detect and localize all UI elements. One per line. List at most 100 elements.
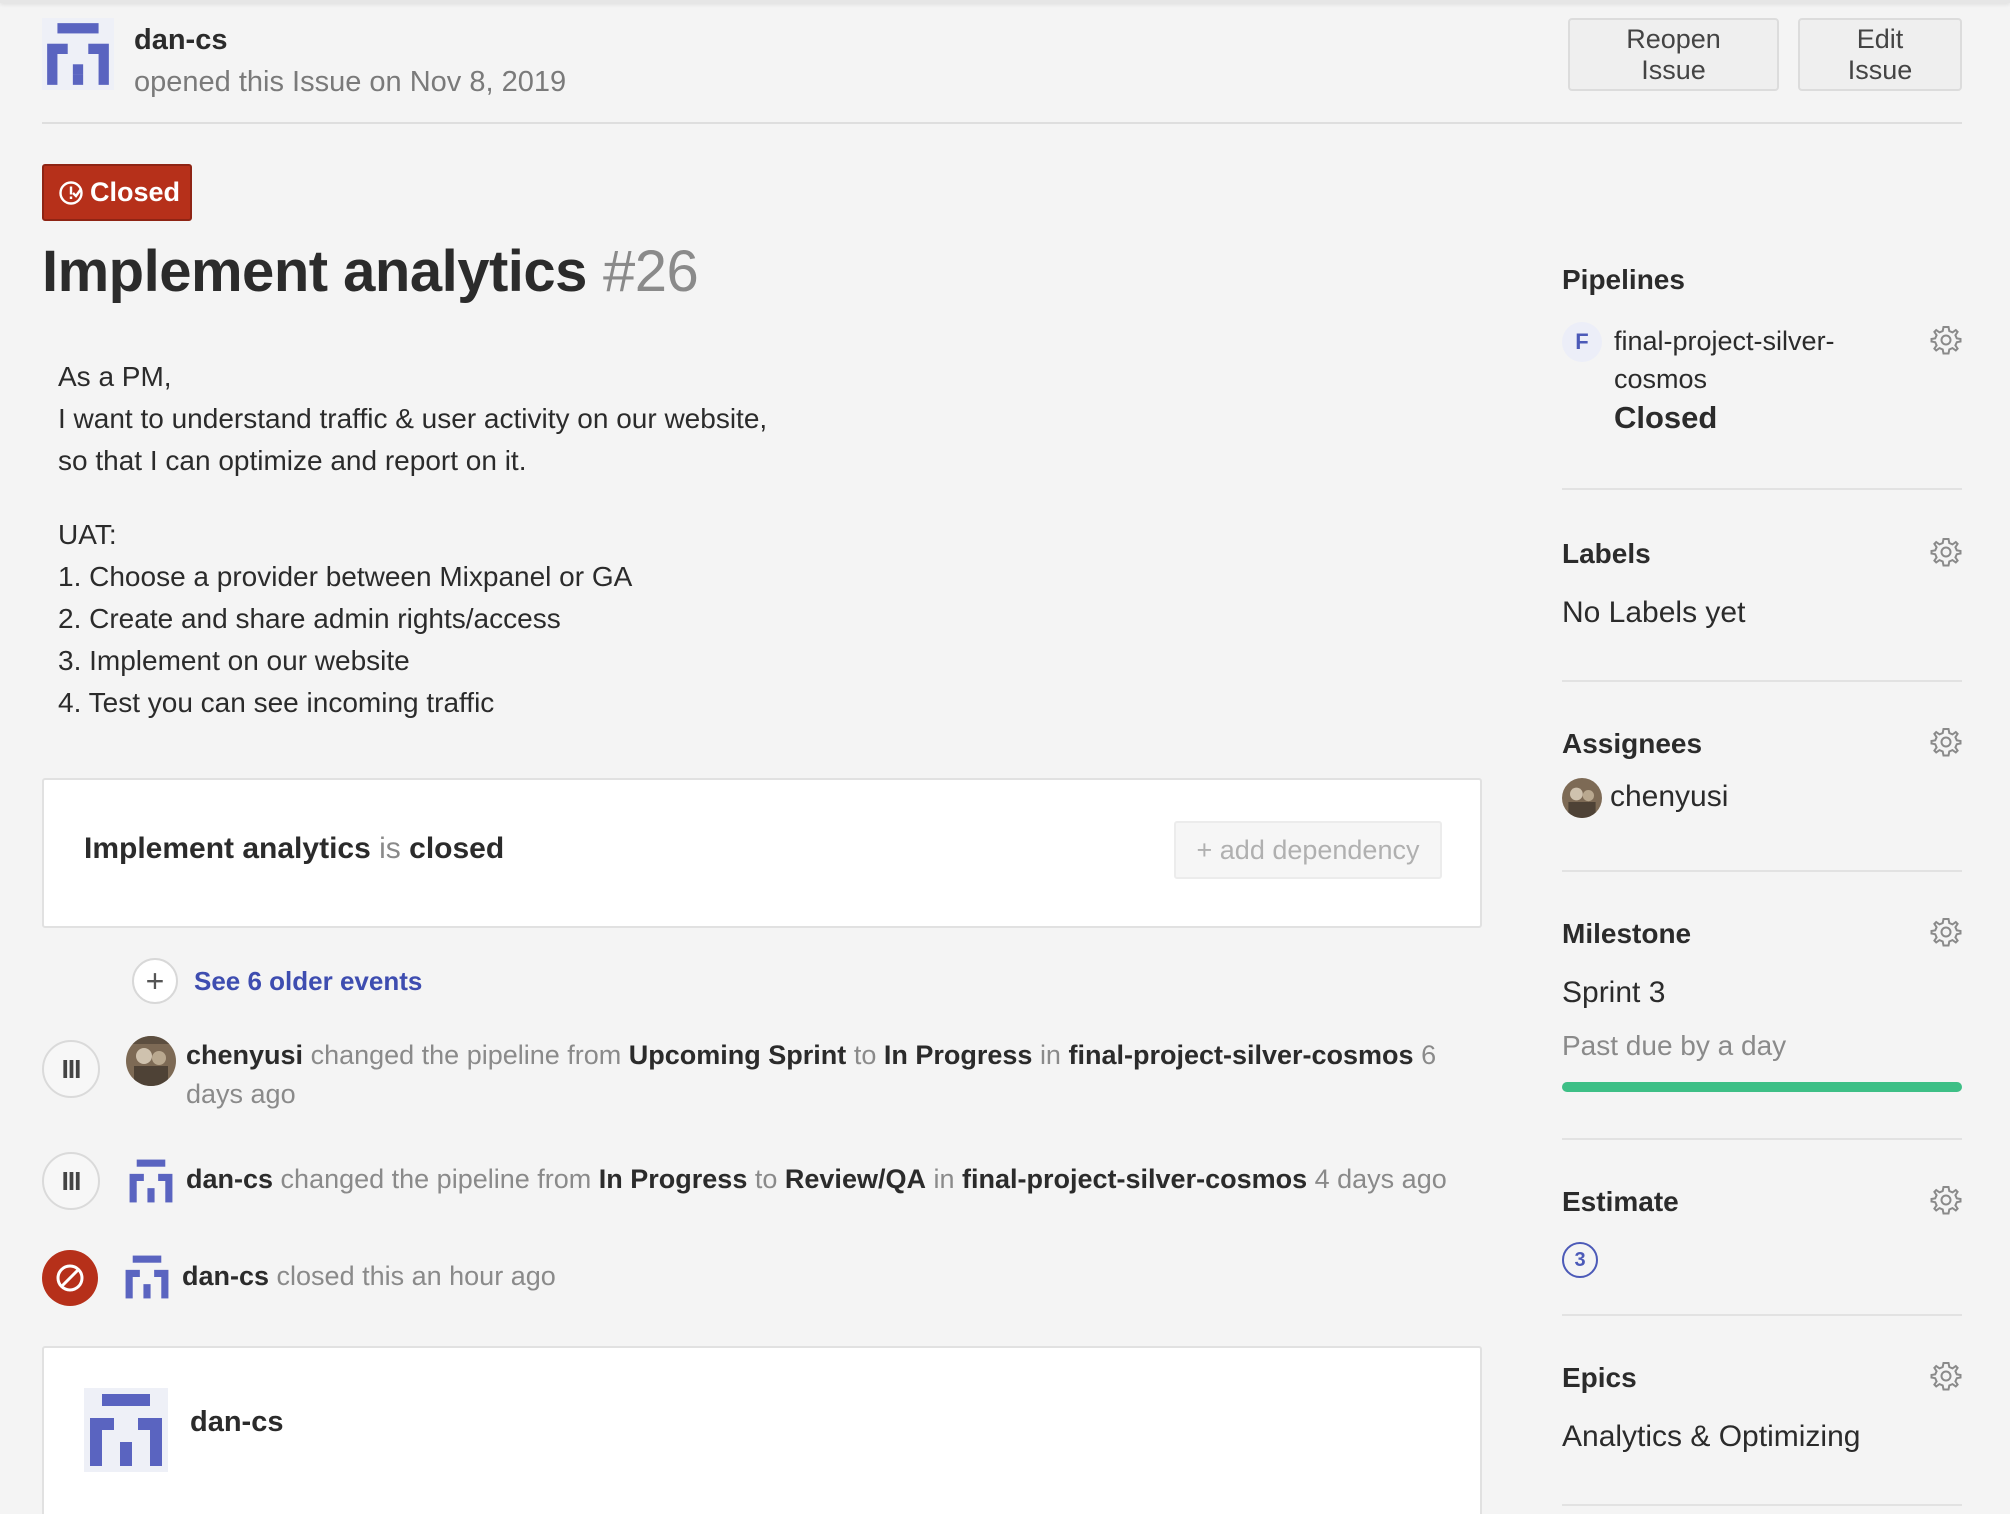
uat-step: 4. Test you can see incoming traffic (58, 687, 495, 718)
description-line: I want to understand traffic & user acti… (58, 403, 768, 434)
sidebar-pipelines: Pipelines F final-project-silver- cosmos… (1562, 240, 1962, 490)
identicon-icon (84, 1388, 168, 1472)
event-workspace[interactable]: final-project-silver-cosmos (1068, 1040, 1413, 1070)
workspace-name-line: cosmos (1614, 364, 1708, 394)
issue-description: As a PM, I want to understand traffic & … (58, 356, 767, 724)
ban-icon (56, 1264, 84, 1292)
dependency-status: Implement analytics is closed (84, 832, 504, 866)
page-title: Implement analytics #26 (42, 238, 699, 305)
uat-heading: UAT: (58, 519, 117, 550)
event-workspace[interactable]: final-project-silver-cosmos (962, 1164, 1307, 1194)
gear-icon[interactable] (1930, 726, 1962, 758)
milestone-progress-bar (1562, 1082, 1962, 1092)
epic-name[interactable]: Analytics & Optimizing (1562, 1420, 1860, 1454)
avatar[interactable] (126, 1036, 176, 1086)
avatar[interactable] (122, 1252, 172, 1302)
issue-sidebar: Pipelines F final-project-silver- cosmos… (1562, 240, 1962, 1506)
gear-icon[interactable] (1930, 536, 1962, 568)
avatar[interactable] (126, 1156, 176, 1206)
issue-title: Implement analytics (42, 239, 587, 304)
timeline-event-text: dan-cs changed the pipeline from In Prog… (186, 1160, 1486, 1199)
labels-heading: Labels (1562, 538, 1651, 569)
event-text-fragment: in (933, 1164, 955, 1194)
avatar[interactable] (42, 18, 114, 90)
plus-icon[interactable]: + (132, 958, 178, 1004)
event-to-pipeline: In Progress (883, 1040, 1033, 1070)
pipelines-heading: Pipelines (1562, 264, 1685, 295)
workspace-name-line: final-project-silver- (1614, 326, 1835, 356)
estimate-heading: Estimate (1562, 1186, 1679, 1217)
sidebar-epics: Epics Analytics & Optimizing (1562, 1316, 1962, 1506)
workspace-badge: F (1562, 322, 1602, 362)
timeline-event-text: chenyusi changed the pipeline from Upcom… (186, 1036, 1446, 1114)
identicon-icon (42, 18, 114, 90)
identicon-icon (129, 1159, 173, 1203)
issue-header: dan-cs opened this Issue on Nov 8, 2019 … (42, 18, 1962, 124)
dependency-issue-name: Implement analytics (84, 832, 371, 865)
event-text-fragment: closed this an hour ago (276, 1261, 556, 1291)
issue-author[interactable]: dan-cs (134, 24, 227, 57)
sidebar-estimate: Estimate 3 (1562, 1140, 1962, 1316)
top-shadow-line (0, 0, 2010, 3)
closed-event-icon (42, 1250, 98, 1306)
gear-icon[interactable] (1930, 916, 1962, 948)
assignee-name[interactable]: chenyusi (1610, 780, 1728, 814)
user-photo-icon (1562, 778, 1602, 818)
issue-opened-date: opened this Issue on Nov 8, 2019 (134, 66, 567, 98)
status-label: Closed (90, 177, 181, 207)
uat-step: 2. Create and share admin rights/access (58, 603, 561, 634)
event-user[interactable]: chenyusi (186, 1040, 303, 1070)
issue-number: #26 (602, 239, 699, 304)
milestone-due: Past due by a day (1562, 1030, 1787, 1061)
older-events-toggle[interactable]: + See 6 older events (132, 958, 422, 1004)
milestone-heading: Milestone (1562, 918, 1692, 949)
comment-author[interactable]: dan-cs (190, 1406, 283, 1439)
pipeline-state: Closed (1614, 400, 1718, 435)
edit-issue-button[interactable]: Edit Issue (1798, 18, 1962, 91)
sidebar-milestone: Milestone Sprint 3 Past due by a day (1562, 872, 1962, 1140)
estimate-value[interactable]: 3 (1562, 1242, 1598, 1278)
assignees-heading: Assignees (1562, 728, 1703, 759)
pipeline-workspace[interactable]: final-project-silver- cosmos (1614, 322, 1835, 398)
older-events-link[interactable]: See 6 older events (194, 966, 422, 997)
event-from-pipeline: In Progress (598, 1164, 748, 1194)
gear-icon[interactable] (1930, 1184, 1962, 1216)
event-time: 4 days ago (1314, 1164, 1447, 1194)
identicon-icon (125, 1255, 169, 1299)
sidebar-labels: Labels No Labels yet (1562, 490, 1962, 682)
event-text-fragment: changed the pipeline from (310, 1040, 622, 1070)
closed-issue-icon (59, 180, 83, 205)
add-dependency-button[interactable]: + add dependency (1174, 821, 1442, 879)
status-badge: Closed (42, 164, 192, 221)
dependency-state: closed (409, 832, 505, 865)
event-user[interactable]: dan-cs (186, 1164, 273, 1194)
event-to-pipeline: Review/QA (784, 1164, 926, 1194)
milestone-progress-track (1562, 1082, 1962, 1092)
uat-step: 1. Choose a provider between Mixpanel or… (58, 561, 633, 592)
event-text-fragment: in (1039, 1040, 1061, 1070)
comment-card: dan-cs (42, 1346, 1482, 1514)
event-text-fragment: changed the pipeline from (280, 1164, 592, 1194)
uat-step: 3. Implement on our website (58, 645, 410, 676)
dependency-panel: Implement analytics is closed + add depe… (42, 778, 1482, 928)
milestone-name[interactable]: Sprint 3 (1562, 976, 1665, 1010)
event-text-fragment: to (754, 1164, 778, 1194)
labels-value: No Labels yet (1562, 596, 1746, 629)
pipeline-event-icon: III (42, 1040, 100, 1098)
event-user[interactable]: dan-cs (182, 1261, 269, 1291)
timeline-event-text: dan-cs closed this an hour ago (182, 1257, 556, 1296)
pipeline-event-icon: III (42, 1152, 100, 1210)
description-line: so that I can optimize and report on it. (58, 445, 527, 476)
gear-icon[interactable] (1930, 1360, 1962, 1392)
description-line: As a PM, (58, 361, 172, 392)
epics-heading: Epics (1562, 1362, 1637, 1393)
gear-icon[interactable] (1930, 324, 1962, 356)
sidebar-assignees: Assignees chenyusi (1562, 682, 1962, 872)
avatar[interactable] (1562, 778, 1602, 818)
event-from-pipeline: Upcoming Sprint (628, 1040, 847, 1070)
dependency-is-word: is (379, 832, 401, 865)
user-photo-icon (126, 1036, 176, 1086)
event-text-fragment: to (853, 1040, 877, 1070)
reopen-issue-button[interactable]: Reopen Issue (1568, 18, 1779, 91)
avatar[interactable] (84, 1388, 168, 1472)
